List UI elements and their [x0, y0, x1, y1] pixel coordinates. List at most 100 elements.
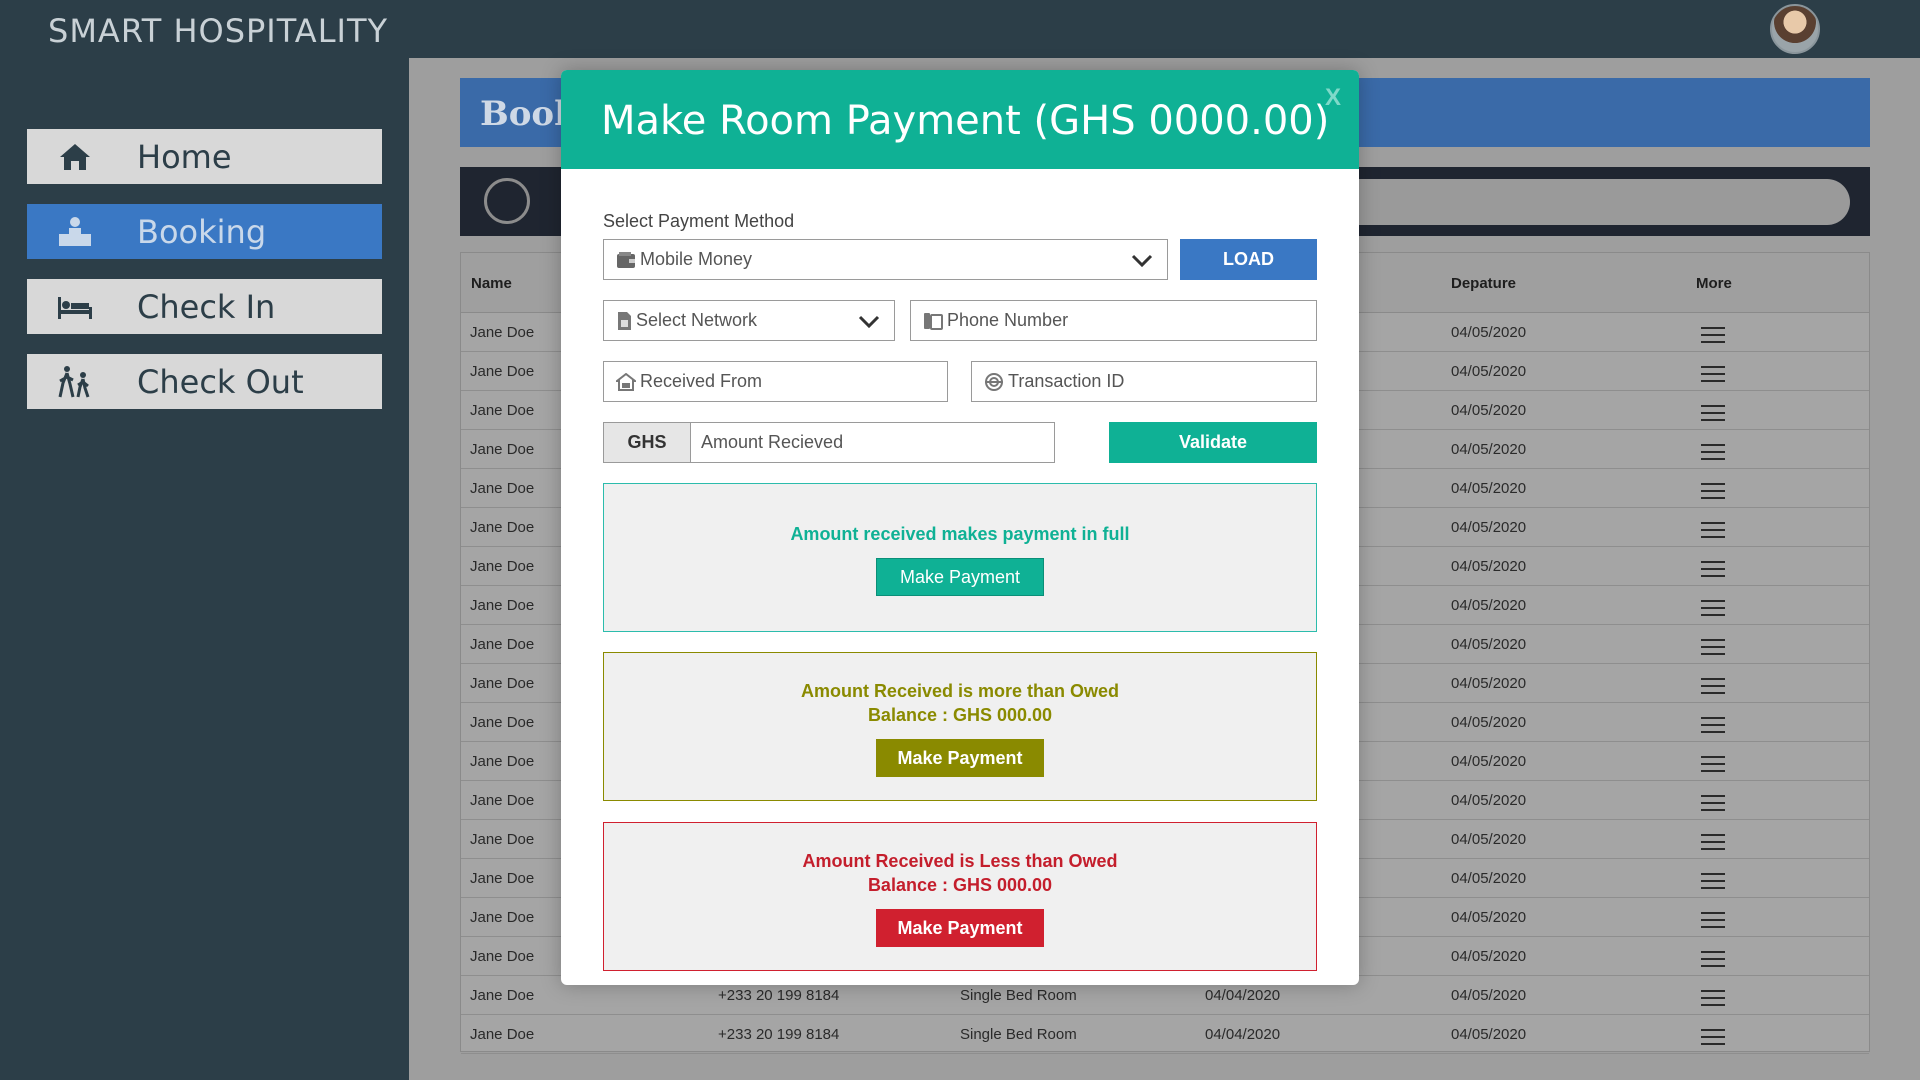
- cell-departure: 04/05/2020: [1451, 870, 1527, 887]
- sidebar-item-label: Booking: [137, 212, 267, 251]
- cell-departure: 04/05/2020: [1451, 324, 1527, 341]
- modal-header: Make Room Payment (GHS 0000.00) X: [561, 70, 1359, 169]
- overpayment-card: Amount Received is more than Owed Balanc…: [603, 652, 1317, 801]
- chevron-down-icon: [858, 313, 880, 334]
- menu-icon[interactable]: [1701, 912, 1725, 929]
- make-payment-less-button[interactable]: Make Payment: [876, 909, 1044, 947]
- cell-departure: 04/05/2020: [1451, 402, 1527, 419]
- cell-departure: 04/05/2020: [1451, 363, 1527, 380]
- home-icon: [55, 142, 95, 172]
- sidebar-item-check-out[interactable]: Check Out: [27, 354, 382, 409]
- sidebar-item-label: Check In: [137, 287, 276, 326]
- menu-icon[interactable]: [1701, 990, 1725, 1007]
- sidebar-item-booking[interactable]: Booking: [27, 204, 382, 259]
- reception-desk-icon: [55, 216, 95, 248]
- underpayment-balance: Balance : GHS 000.00: [867, 875, 1053, 895]
- menu-icon[interactable]: [1701, 366, 1725, 383]
- validate-button[interactable]: Validate: [1109, 422, 1317, 463]
- menu-icon[interactable]: [1701, 873, 1725, 890]
- menu-icon[interactable]: [1701, 834, 1725, 851]
- menu-icon[interactable]: [1701, 483, 1725, 500]
- full-payment-card: Amount received makes payment in full Ma…: [603, 483, 1317, 632]
- transaction-id-input[interactable]: Transaction ID: [971, 361, 1317, 402]
- cell-departure: 04/05/2020: [1451, 441, 1527, 458]
- cell-arrival: 04/04/2020: [1205, 1026, 1281, 1043]
- menu-icon[interactable]: [1701, 1029, 1725, 1046]
- cell-name: Jane Doe: [470, 480, 535, 497]
- sidebar-item-label: Home: [137, 137, 232, 176]
- cell-name: Jane Doe: [470, 1026, 535, 1043]
- menu-icon[interactable]: [1701, 756, 1725, 773]
- cell-name: Jane Doe: [470, 402, 535, 419]
- menu-icon[interactable]: [1701, 600, 1725, 617]
- menu-icon[interactable]: [1701, 717, 1725, 734]
- cell-departure: 04/05/2020: [1451, 987, 1527, 1004]
- cell-departure: 04/05/2020: [1451, 909, 1527, 926]
- cell-departure: 04/05/2020: [1451, 636, 1527, 653]
- overpayment-message: Amount Received is more than Owed: [800, 681, 1120, 701]
- menu-icon[interactable]: [1701, 951, 1725, 968]
- menu-icon[interactable]: [1701, 639, 1725, 656]
- fingerprint-icon: [984, 372, 1004, 392]
- menu-icon[interactable]: [1701, 405, 1725, 422]
- menu-icon[interactable]: [1701, 795, 1725, 812]
- underpayment-card: Amount Received is Less than Owed Balanc…: [603, 822, 1317, 971]
- cell-name: Jane Doe: [470, 792, 535, 809]
- make-payment-full-button[interactable]: Make Payment: [876, 558, 1044, 596]
- cell-departure: 04/05/2020: [1451, 753, 1527, 770]
- menu-icon[interactable]: [1701, 561, 1725, 578]
- sidebar-item-home[interactable]: Home: [27, 129, 382, 184]
- payment-modal: Make Room Payment (GHS 0000.00) X Select…: [561, 70, 1359, 985]
- sidebar-item-label: Check Out: [137, 362, 304, 401]
- walking-people-icon: [55, 365, 95, 399]
- cell-name: Jane Doe: [470, 909, 535, 926]
- sidebar-item-check-in[interactable]: Check In: [27, 279, 382, 334]
- cell-name: Jane Doe: [470, 675, 535, 692]
- chevron-down-icon: [1131, 252, 1153, 273]
- cell-phone: +233 20 199 8184: [718, 1026, 840, 1043]
- table-row: Jane Doe +233 20 199 8184 Single Bed Room 0…: [461, 1015, 1869, 1054]
- cell-name: Jane Doe: [470, 519, 535, 536]
- cell-departure: 04/05/2020: [1451, 597, 1527, 614]
- cell-departure: 04/05/2020: [1451, 519, 1527, 536]
- hotel-icon[interactable]: [484, 178, 530, 224]
- cell-departure: 04/05/2020: [1451, 480, 1527, 497]
- payment-method-select[interactable]: Mobile Money: [603, 239, 1168, 280]
- close-icon[interactable]: X: [1325, 84, 1341, 112]
- cell-name: Jane Doe: [470, 714, 535, 731]
- cell-name: Jane Doe: [470, 636, 535, 653]
- wallet-icon: [616, 251, 636, 269]
- cell-departure: 04/05/2020: [1451, 948, 1527, 965]
- network-value: Select Network: [636, 310, 758, 330]
- phone-number-input[interactable]: Phone Number: [910, 300, 1317, 341]
- sim-card-icon: [616, 311, 632, 331]
- currency-prefix-label: GHS: [627, 432, 667, 452]
- menu-icon[interactable]: [1701, 678, 1725, 695]
- cell-departure: 04/05/2020: [1451, 831, 1527, 848]
- menu-icon[interactable]: [1701, 522, 1725, 539]
- cell-departure: 04/05/2020: [1451, 675, 1527, 692]
- user-avatar[interactable]: [1770, 4, 1820, 54]
- amount-received-input[interactable]: Amount Recieved: [690, 422, 1055, 463]
- cell-name: Jane Doe: [470, 753, 535, 770]
- menu-icon[interactable]: [1701, 327, 1725, 344]
- overpayment-balance: Balance : GHS 000.00: [867, 705, 1053, 725]
- cell-arrival: 04/04/2020: [1205, 987, 1281, 1004]
- cell-name: Jane Doe: [470, 948, 535, 965]
- transaction-id-placeholder: Transaction ID: [1008, 371, 1125, 391]
- column-header-name: Name: [471, 275, 512, 292]
- cell-phone: +233 20 199 8184: [718, 987, 840, 1004]
- network-select[interactable]: Select Network: [603, 300, 895, 341]
- load-button[interactable]: LOAD: [1180, 239, 1317, 280]
- make-payment-more-button[interactable]: Make Payment: [876, 739, 1044, 777]
- underpayment-message: Amount Received is Less than Owed: [802, 851, 1118, 871]
- cell-name: Jane Doe: [470, 441, 535, 458]
- payment-method-value: Mobile Money: [640, 249, 753, 269]
- received-from-input[interactable]: Received From: [603, 361, 948, 402]
- cell-room: Single Bed Room: [960, 987, 1077, 1004]
- full-payment-message: Amount received makes payment in full: [790, 524, 1130, 544]
- cell-name: Jane Doe: [470, 987, 535, 1004]
- cell-departure: 04/05/2020: [1451, 558, 1527, 575]
- modal-title: Make Room Payment (GHS 0000.00): [601, 98, 1330, 144]
- menu-icon[interactable]: [1701, 444, 1725, 461]
